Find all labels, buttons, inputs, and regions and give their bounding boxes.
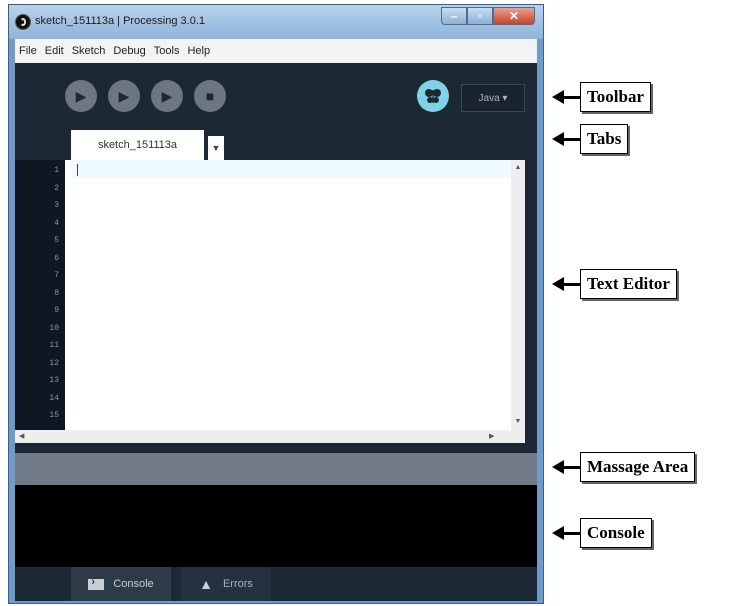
scroll-left-icon[interactable]: ◀ bbox=[19, 430, 24, 443]
arrow-line bbox=[564, 282, 580, 286]
tab-bar: sketch_151113a ▼ bbox=[15, 128, 537, 160]
line-number: 3 bbox=[54, 201, 59, 210]
footer-bar: Console ▲ Errors bbox=[15, 567, 537, 601]
line-number: 6 bbox=[54, 253, 59, 263]
callout-message-area: Massage Area bbox=[552, 452, 696, 482]
menu-tools[interactable]: Tools bbox=[150, 45, 184, 57]
callout-label: Tabs bbox=[580, 124, 629, 154]
line-number: 1 bbox=[54, 166, 59, 175]
arrow-line bbox=[564, 137, 580, 141]
line-number: 15 bbox=[49, 411, 59, 420]
line-number: 11 bbox=[49, 341, 59, 350]
close-button[interactable]: ✕ bbox=[493, 7, 535, 25]
callout-tabs: Tabs bbox=[552, 124, 629, 154]
line-number: 13 bbox=[49, 376, 59, 385]
current-line-highlight bbox=[71, 160, 511, 178]
run-button[interactable]: ▶ bbox=[65, 80, 97, 112]
callout-console: Console bbox=[552, 518, 652, 548]
arrow-line bbox=[564, 95, 580, 99]
menu-help[interactable]: Help bbox=[183, 45, 214, 57]
arrow-icon bbox=[552, 526, 564, 540]
editor-side-strip bbox=[525, 160, 537, 443]
line-number: 2 bbox=[54, 183, 59, 193]
continue-icon: ▶ bbox=[161, 88, 173, 104]
horizontal-scrollbar[interactable]: ◀ ▶ bbox=[15, 430, 525, 443]
line-number: 7 bbox=[54, 271, 59, 280]
line-number: 10 bbox=[49, 323, 59, 333]
chevron-down-icon: ▼ bbox=[211, 143, 221, 153]
arrow-line bbox=[564, 465, 580, 469]
arrow-icon bbox=[552, 277, 564, 291]
stop-button[interactable]: ■ bbox=[194, 80, 226, 112]
processing-window: sketch_151113a | Processing 3.0.1 – ▫ ✕ … bbox=[8, 4, 544, 604]
debugger-button[interactable] bbox=[417, 80, 449, 112]
arrow-icon bbox=[552, 460, 564, 474]
menu-bar: File Edit Sketch Debug Tools Help bbox=[15, 39, 537, 64]
scroll-down-icon[interactable]: ▼ bbox=[511, 418, 525, 425]
console-tab-label: Console bbox=[113, 578, 154, 590]
window-title: sketch_151113a | Processing 3.0.1 bbox=[35, 15, 206, 27]
butterfly-icon bbox=[425, 89, 441, 103]
line-number: 12 bbox=[49, 358, 59, 368]
text-caret bbox=[77, 164, 78, 176]
stop-icon: ■ bbox=[205, 88, 215, 104]
line-number-gutter: 1 2 3 4 5 6 7 8 9 10 11 12 13 14 15 bbox=[15, 160, 65, 443]
message-area bbox=[15, 453, 537, 485]
scroll-right-icon[interactable]: ▶ bbox=[489, 430, 494, 443]
maximize-button[interactable]: ▫ bbox=[467, 7, 493, 25]
title-bar: sketch_151113a | Processing 3.0.1 – ▫ ✕ bbox=[9, 5, 543, 39]
tab-sketch[interactable]: sketch_151113a bbox=[71, 130, 204, 160]
arrow-line bbox=[564, 531, 580, 535]
line-number: 14 bbox=[49, 393, 59, 403]
play-icon: ▶ bbox=[75, 88, 87, 104]
errors-tab-label: Errors bbox=[222, 578, 253, 590]
ide-client-area: ▶ ▶ ▶ ■ Java ▾ sketch_151113a ▼ 1 2 3 4 … bbox=[15, 63, 537, 601]
menu-debug[interactable]: Debug bbox=[109, 45, 149, 57]
callout-label: Massage Area bbox=[580, 452, 696, 482]
minimize-button[interactable]: – bbox=[441, 7, 467, 25]
window-controls: – ▫ ✕ bbox=[441, 7, 535, 27]
continue-button[interactable]: ▶ bbox=[151, 80, 183, 112]
mode-selector[interactable]: Java ▾ bbox=[461, 84, 525, 112]
menu-file[interactable]: File bbox=[15, 45, 41, 57]
warning-icon: ▲ bbox=[199, 576, 213, 592]
toolbar: ▶ ▶ ▶ ■ Java ▾ bbox=[15, 63, 537, 128]
text-editor[interactable]: 1 2 3 4 5 6 7 8 9 10 11 12 13 14 15 ▲ ▼ ◀ ▶ bbox=[15, 160, 525, 443]
line-number: 9 bbox=[54, 306, 59, 315]
line-number: 5 bbox=[54, 236, 59, 245]
tab-menu-button[interactable]: ▼ bbox=[208, 136, 224, 160]
console-icon bbox=[88, 576, 105, 590]
line-number: 4 bbox=[54, 218, 59, 228]
menu-edit[interactable]: Edit bbox=[41, 45, 68, 57]
step-icon: ▶ bbox=[118, 88, 130, 104]
menu-sketch[interactable]: Sketch bbox=[68, 45, 110, 57]
callout-label: Console bbox=[580, 518, 652, 548]
vertical-scrollbar[interactable]: ▲ ▼ bbox=[511, 160, 525, 430]
callout-text-editor: Text Editor bbox=[552, 269, 677, 299]
callout-toolbar: Toolbar bbox=[552, 82, 652, 112]
line-number: 8 bbox=[54, 288, 59, 298]
processing-logo-icon bbox=[15, 14, 31, 30]
arrow-icon bbox=[552, 90, 564, 104]
errors-tab[interactable]: ▲ Errors bbox=[181, 567, 271, 601]
callout-label: Text Editor bbox=[580, 269, 677, 299]
console-output[interactable] bbox=[15, 485, 537, 567]
step-button[interactable]: ▶ bbox=[108, 80, 140, 112]
scroll-up-icon[interactable]: ▲ bbox=[511, 164, 525, 171]
arrow-icon bbox=[552, 132, 564, 146]
callout-label: Toolbar bbox=[580, 82, 652, 112]
console-tab[interactable]: Console bbox=[71, 567, 171, 601]
